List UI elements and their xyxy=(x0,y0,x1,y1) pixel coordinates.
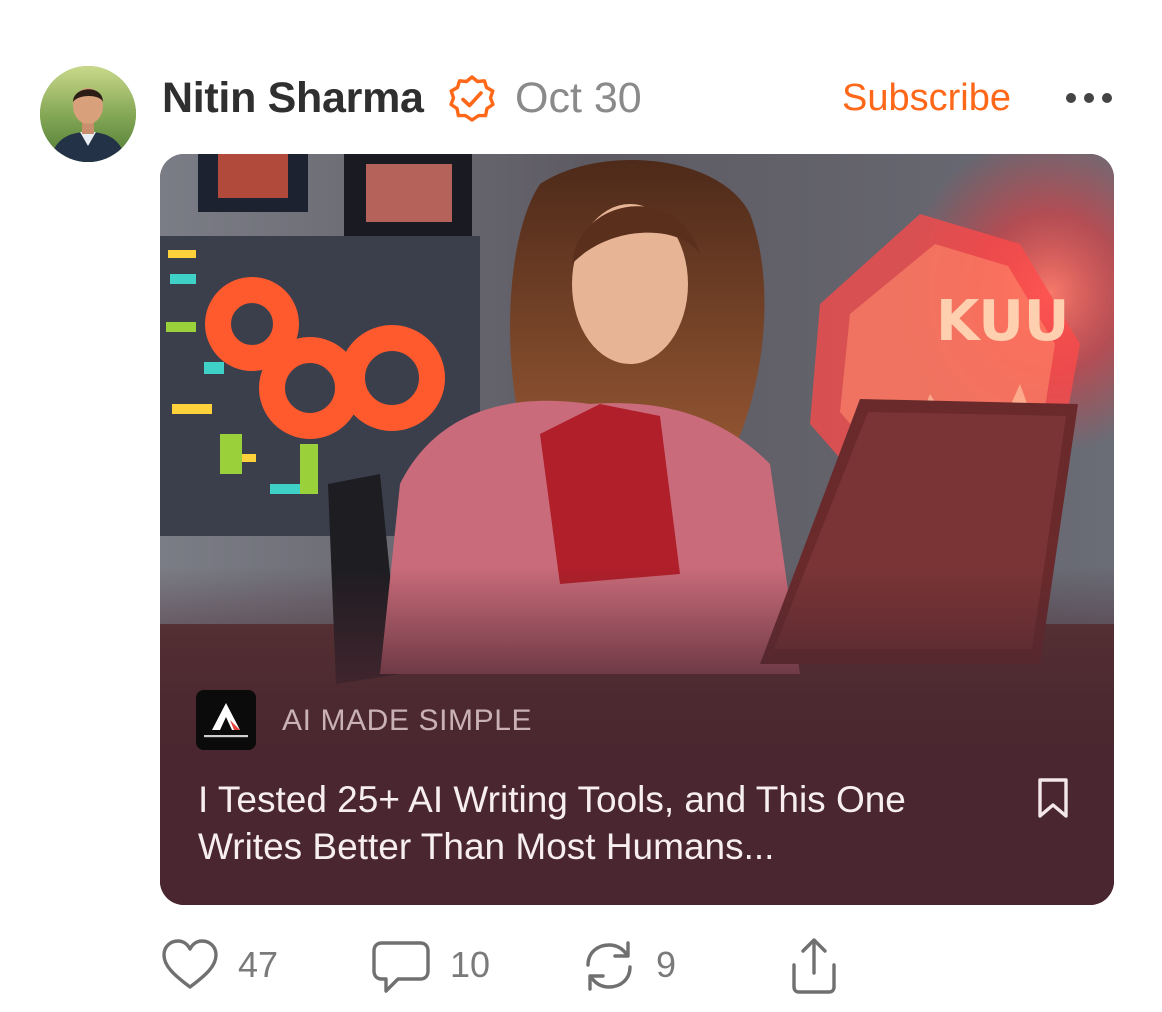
restack-button[interactable]: 9 xyxy=(578,935,688,997)
author-avatar[interactable] xyxy=(40,66,136,162)
subscribe-button[interactable]: Subscribe xyxy=(842,70,1011,126)
share-button[interactable] xyxy=(786,935,842,997)
bookmark-icon[interactable] xyxy=(1036,776,1070,820)
comment-button[interactable]: 10 xyxy=(370,935,500,997)
verified-check-icon xyxy=(447,74,497,124)
feed-post: Nitin Sharma Oct 30 Subscribe AI MADE SI… xyxy=(0,0,1162,1012)
comment-bubble-icon xyxy=(372,941,430,993)
post-date: Oct 30 xyxy=(515,74,642,122)
share-icon xyxy=(792,938,836,994)
comment-count: 10 xyxy=(450,944,491,985)
publication-name[interactable]: AI MADE SIMPLE xyxy=(282,702,532,740)
author-name[interactable]: Nitin Sharma xyxy=(162,70,424,126)
like-button[interactable]: 47 xyxy=(160,935,290,997)
post-card[interactable]: KUU xyxy=(160,154,1114,905)
restack-count: 9 xyxy=(656,944,677,985)
post-title[interactable]: I Tested 25+ AI Writing Tools, and This … xyxy=(198,776,1018,870)
publication-logo[interactable] xyxy=(196,690,256,750)
avatar-image xyxy=(40,66,136,162)
heart-icon xyxy=(162,939,218,989)
like-count: 47 xyxy=(238,944,279,985)
ellipsis-icon[interactable] xyxy=(1064,84,1114,112)
restack-icon xyxy=(586,941,632,991)
